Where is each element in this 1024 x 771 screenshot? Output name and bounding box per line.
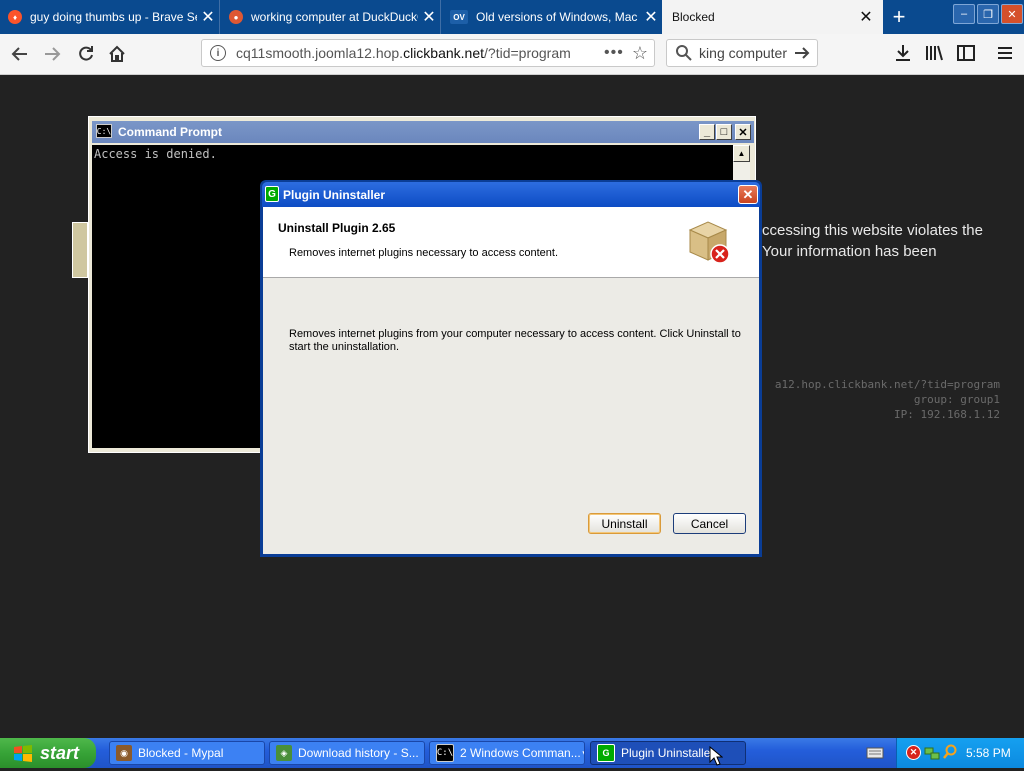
hamburger-menu-icon xyxy=(998,47,1012,59)
restore-button[interactable]: ❐ xyxy=(977,4,999,24)
page-actions-icon[interactable]: ••• xyxy=(604,44,624,62)
security-alert-icon[interactable]: ✕ xyxy=(906,745,921,760)
plugin-uninstaller-icon: G xyxy=(597,744,615,762)
search-input[interactable]: working computer xyxy=(699,45,787,61)
library-icon xyxy=(926,45,943,61)
library-button[interactable] xyxy=(923,42,945,64)
url-text[interactable]: cq11smooth.joomla12.hop.clickbank.net/?t… xyxy=(236,45,604,61)
sidebar-button[interactable] xyxy=(955,42,977,64)
tab-label: working computer at DuckDuckGo xyxy=(251,10,418,24)
dialog-app-icon: G xyxy=(265,186,279,202)
start-button[interactable]: start xyxy=(0,738,96,768)
dialog-body-line1: Removes internet plugins from your compu… xyxy=(289,328,741,340)
tab-close-icon[interactable]: ✕ xyxy=(418,7,440,27)
dialog-title: Plugin Uninstaller xyxy=(283,188,386,202)
network-icon[interactable] xyxy=(924,745,940,761)
blocked-meta-ip: IP: 192.168.1.12 xyxy=(894,408,1000,421)
taskbar-item-blocked[interactable]: ◉ Blocked - Mypal xyxy=(109,741,265,765)
partial-window-edge xyxy=(72,222,88,278)
windows-logo-icon xyxy=(14,745,32,762)
site-info-icon[interactable]: i xyxy=(210,45,226,61)
cmd-icon: C:\ xyxy=(96,124,112,138)
cmd-maximize-button[interactable]: □ xyxy=(716,124,732,140)
menu-button[interactable] xyxy=(994,42,1016,64)
window-close-button[interactable]: ✕ xyxy=(1001,4,1023,24)
uninstall-box-icon xyxy=(686,214,734,266)
tab-blocked[interactable]: Blocked ✕ xyxy=(662,0,883,34)
blocked-meta-group: group: group1 xyxy=(913,393,1000,406)
tab-close-icon[interactable]: ✕ xyxy=(855,7,877,27)
tab-close-icon[interactable]: ✕ xyxy=(197,7,219,27)
sidebar-icon xyxy=(957,45,975,61)
start-label: start xyxy=(40,742,80,763)
keyboard-icon[interactable] xyxy=(866,746,884,760)
url-bar[interactable]: i cq11smooth.joomla12.hop.clickbank.net/… xyxy=(201,39,655,67)
back-button[interactable] xyxy=(8,42,32,66)
download-icon xyxy=(896,45,910,61)
dialog-subheading: Removes internet plugins necessary to ac… xyxy=(289,247,559,259)
forward-arrow-icon xyxy=(45,47,61,61)
brave-favicon-icon: ♦ xyxy=(8,10,22,24)
new-tab-button[interactable]: + xyxy=(884,0,914,34)
duckduckgo-favicon-icon: ● xyxy=(229,10,243,24)
blocked-message-line1: ccessing this website violates the xyxy=(762,222,983,239)
cmd-output: Access is denied. xyxy=(94,147,217,161)
taskbar-item-label: 2 Windows Comman... xyxy=(460,746,581,760)
clock: 5:58 PM xyxy=(966,746,1011,760)
blocked-meta-url: a12.hop.clickbank.net/?tid=program xyxy=(774,378,1000,391)
download-history-icon: ◈ xyxy=(276,745,292,761)
tab-label: Old versions of Windows, Mac and xyxy=(476,10,640,24)
cmd-close-button[interactable]: ✕ xyxy=(735,124,751,140)
taskbar-item-label: Download history - S... xyxy=(298,746,419,760)
uninstall-button[interactable]: Uninstall xyxy=(588,513,661,534)
tab-oldversion[interactable]: OV Old versions of Windows, Mac and ✕ xyxy=(442,0,662,34)
group-dropdown-icon: ▼ xyxy=(581,749,584,758)
downloads-button[interactable] xyxy=(892,42,914,64)
back-arrow-icon xyxy=(11,47,27,61)
reload-icon xyxy=(79,46,93,61)
taskbar-item-windows-command[interactable]: C:\ 2 Windows Comman... ▼ xyxy=(429,741,585,765)
taskbar-item-label: Blocked - Mypal xyxy=(138,746,224,760)
mouse-cursor-icon xyxy=(709,745,724,771)
scroll-up-icon[interactable]: ▲ xyxy=(733,145,750,162)
mypal-icon: ◉ xyxy=(116,745,132,761)
tab-duckduckgo[interactable]: ● working computer at DuckDuckGo ✕ xyxy=(221,0,441,34)
home-icon xyxy=(109,45,125,62)
tab-brave-search[interactable]: ♦ guy doing thumbs up - Brave Search ✕ xyxy=(0,0,220,34)
search-bar[interactable]: working computer xyxy=(666,39,818,67)
cmd-taskbar-icon: C:\ xyxy=(436,744,454,762)
taskbar-item-label: Plugin Uninstaller xyxy=(621,746,715,760)
forward-button[interactable] xyxy=(40,42,64,66)
dialog-close-button[interactable]: ✕ xyxy=(738,185,758,204)
cancel-button[interactable]: Cancel xyxy=(673,513,746,534)
search-icon xyxy=(676,45,692,61)
tab-label: Blocked xyxy=(672,10,715,24)
cmd-minimize-button[interactable]: _ xyxy=(699,124,715,140)
search-go-icon[interactable] xyxy=(793,44,811,62)
dialog-heading: Uninstall Plugin 2.65 xyxy=(278,221,396,235)
cmd-title: Command Prompt xyxy=(118,125,223,139)
dialog-header xyxy=(263,207,759,278)
reload-button[interactable] xyxy=(74,42,98,66)
taskbar-item-download-history[interactable]: ◈ Download history - S... xyxy=(269,741,425,765)
search-tray-icon[interactable] xyxy=(942,744,958,760)
minimize-button[interactable]: ‒ xyxy=(953,4,975,24)
dialog-body-line2: start the uninstallation. xyxy=(289,341,400,353)
oldversion-favicon-icon: OV xyxy=(450,10,468,24)
bookmark-star-icon[interactable]: ☆ xyxy=(632,43,648,64)
tab-close-icon[interactable]: ✕ xyxy=(640,7,662,27)
blocked-message-line2: Your information has been xyxy=(762,243,937,260)
home-button[interactable] xyxy=(105,42,129,66)
tab-label: guy doing thumbs up - Brave Search xyxy=(30,10,197,24)
